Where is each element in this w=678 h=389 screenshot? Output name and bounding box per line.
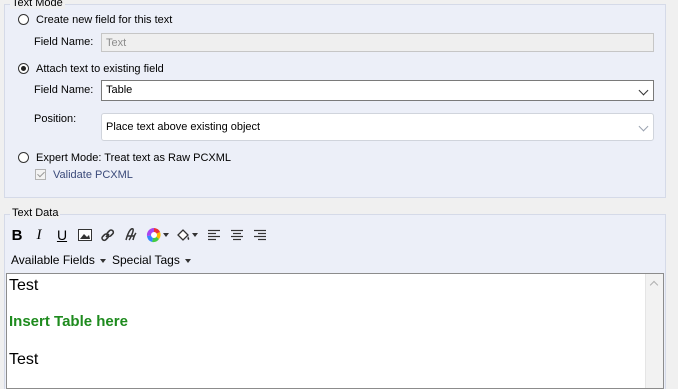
expert-mode-label[interactable]: Expert Mode: Treat text as Raw PCXML	[36, 152, 231, 164]
color-picker-icon[interactable]	[145, 226, 169, 244]
attach-existing-field-label[interactable]: Attach text to existing field	[36, 63, 164, 75]
italic-icon[interactable]: I	[30, 226, 48, 244]
field-name-label-attach: Field Name:	[34, 84, 94, 96]
available-fields-label: Available Fields	[11, 253, 95, 267]
position-value: Place text above existing object	[106, 121, 261, 133]
editor-line: Test	[9, 277, 39, 294]
create-new-field-label[interactable]: Create new field for this text	[36, 14, 172, 26]
field-name-label-create: Field Name:	[34, 36, 94, 48]
special-tags-menu[interactable]: Special Tags	[112, 253, 191, 267]
validate-pcxml-label[interactable]: Validate PCXML	[53, 169, 133, 181]
editor-line: Test	[9, 351, 39, 368]
position-select[interactable]: Place text above existing object	[101, 113, 654, 141]
scroll-up-icon[interactable]	[649, 280, 659, 290]
attach-existing-field-radio[interactable]	[18, 63, 29, 74]
text-mode-legend: Text Mode	[10, 0, 65, 9]
expert-mode-radio[interactable]	[18, 152, 29, 163]
available-fields-menu[interactable]: Available Fields	[11, 253, 106, 267]
caret-down-icon	[184, 258, 191, 263]
position-label: Position:	[34, 113, 77, 125]
editor-line-highlight: Insert Table here	[9, 313, 128, 330]
text-editor[interactable]: Test Insert Table here Test	[6, 273, 664, 389]
image-icon[interactable]	[76, 226, 94, 244]
align-left-icon[interactable]	[205, 226, 223, 244]
align-right-icon[interactable]	[251, 226, 269, 244]
create-new-field-radio[interactable]	[18, 14, 29, 25]
font-icon[interactable]	[122, 226, 140, 244]
existing-field-select[interactable]: Table	[101, 80, 654, 101]
existing-field-value: Table	[106, 84, 133, 96]
highlight-icon[interactable]	[174, 226, 198, 244]
text-data-legend: Text Data	[10, 207, 61, 219]
editor-scrollbar[interactable]	[645, 274, 663, 388]
align-center-icon[interactable]	[228, 226, 246, 244]
special-tags-label: Special Tags	[112, 253, 180, 267]
underline-icon[interactable]: U	[53, 226, 71, 244]
bold-icon[interactable]: B	[8, 226, 26, 244]
new-field-name-input: Text	[101, 33, 654, 52]
chevron-down-icon	[638, 121, 649, 132]
chevron-down-icon	[638, 85, 649, 96]
link-icon[interactable]	[98, 226, 116, 244]
validate-pcxml-checkbox[interactable]	[35, 169, 46, 180]
caret-down-icon	[99, 258, 106, 263]
